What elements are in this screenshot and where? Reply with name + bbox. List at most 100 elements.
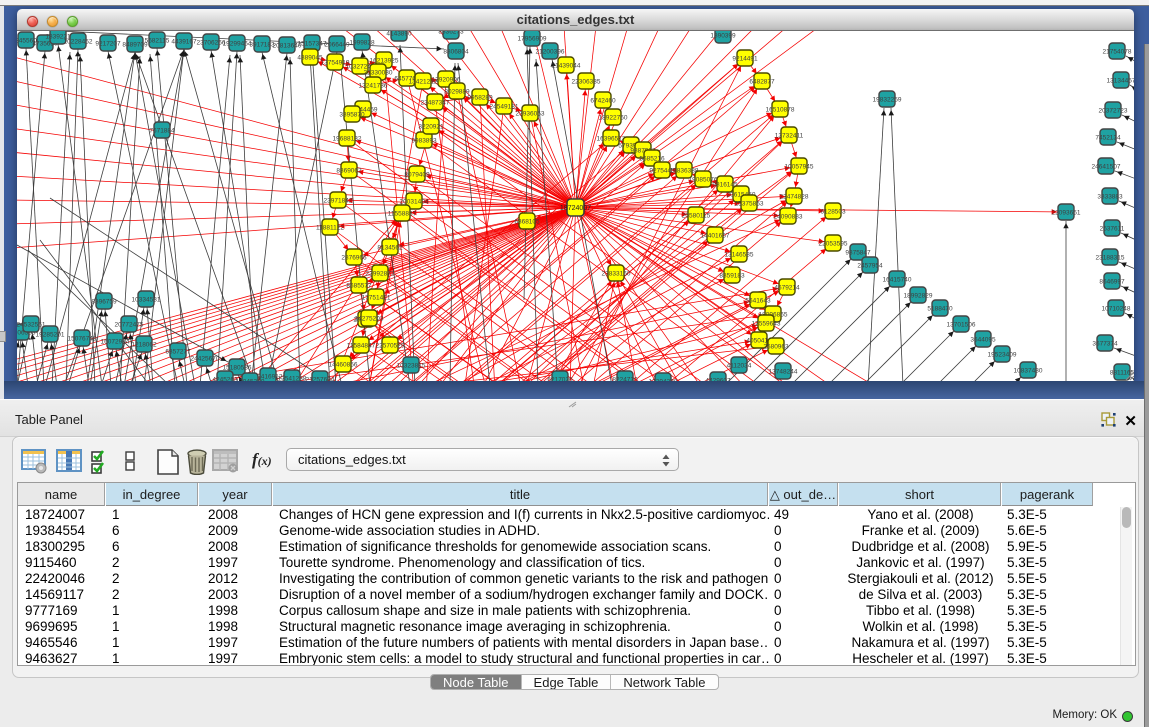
svg-text:19299464: 19299464 (223, 41, 252, 48)
svg-text:10057945: 10057945 (785, 164, 814, 171)
svg-text:10837430: 10837430 (1014, 368, 1043, 375)
svg-text:2457954: 2457954 (857, 263, 883, 270)
svg-text:15157347: 15157347 (298, 41, 327, 48)
svg-text:20772475: 20772475 (115, 322, 144, 329)
svg-text:20372723: 20372723 (1099, 108, 1128, 115)
svg-text:24425670: 24425670 (191, 356, 220, 363)
svg-text:24532561: 24532561 (17, 322, 46, 329)
svg-text:8029889: 8029889 (444, 89, 470, 96)
svg-text:14275203: 14275203 (355, 316, 384, 323)
svg-text:5188470: 5188470 (927, 306, 953, 313)
svg-text:22306335: 22306335 (572, 79, 601, 86)
svg-text:10710248: 10710248 (1102, 306, 1131, 313)
svg-text:19285201: 19285201 (36, 332, 65, 339)
svg-text:6357277: 6357277 (165, 349, 191, 356)
svg-text:22992872: 22992872 (366, 271, 395, 278)
svg-text:11881122: 11881122 (316, 225, 344, 232)
svg-text:15375853: 15375853 (735, 201, 764, 208)
svg-text:13134457: 13134457 (1107, 78, 1134, 85)
svg-text:1218062: 1218062 (131, 342, 157, 349)
svg-text:4143890: 4143890 (386, 31, 412, 38)
svg-text:9958289: 9958289 (467, 95, 493, 102)
svg-text:17559643: 17559643 (752, 321, 781, 328)
svg-text:22474828: 22474828 (780, 194, 809, 201)
svg-text:19832259: 19832259 (873, 97, 902, 104)
svg-text:11558837: 11558837 (388, 211, 417, 218)
svg-text:8359183: 8359183 (719, 273, 745, 280)
svg-text:23971842: 23971842 (324, 198, 353, 205)
svg-text:15076749: 15076749 (68, 336, 97, 343)
svg-text:20580115: 20580115 (682, 213, 711, 220)
svg-text:18724007: 18724007 (560, 205, 591, 212)
svg-text:8396759: 8396759 (91, 299, 117, 306)
svg-text:4679214: 4679214 (774, 285, 800, 292)
svg-text:3395870: 3395870 (339, 112, 365, 119)
svg-text:2876966: 2876966 (341, 255, 367, 262)
svg-text:23188315: 23188315 (1096, 255, 1125, 262)
svg-text:16072954: 16072954 (101, 339, 130, 346)
svg-text:10334531: 10334531 (132, 297, 161, 304)
svg-text:8806804: 8806804 (443, 49, 469, 56)
svg-text:7452134: 7452134 (1095, 135, 1121, 142)
svg-text:7671884: 7671884 (149, 128, 175, 135)
svg-text:22053595: 22053595 (819, 241, 848, 248)
svg-text:21200396: 21200396 (536, 49, 565, 56)
svg-text:8369062: 8369062 (336, 168, 362, 175)
svg-text:4439167: 4439167 (171, 39, 197, 46)
svg-text:17956909: 17956909 (518, 36, 547, 43)
svg-text:24090883: 24090883 (774, 214, 803, 221)
svg-text:18922760: 18922760 (599, 115, 628, 122)
svg-text:8079409: 8079409 (404, 172, 430, 179)
svg-text:13241736: 13241736 (359, 83, 388, 90)
svg-text:8134562: 8134562 (377, 245, 403, 252)
svg-text:16510878: 16510878 (766, 107, 795, 114)
svg-text:16415740: 16415740 (883, 277, 912, 284)
svg-text:22570529: 22570529 (376, 343, 405, 350)
svg-text:14401657: 14401657 (701, 233, 730, 240)
svg-text:23487347: 23487347 (421, 100, 450, 107)
svg-text:13701506: 13701506 (947, 322, 976, 329)
svg-text:4389045: 4389045 (297, 55, 323, 62)
svg-text:1890399: 1890399 (710, 33, 736, 40)
svg-text:3333883: 3333883 (1097, 194, 1123, 201)
svg-text:3677374: 3677374 (1092, 341, 1118, 348)
svg-text:6368105: 6368105 (514, 219, 540, 226)
svg-text:5641643: 5641643 (745, 298, 771, 305)
svg-text:10228452: 10228452 (64, 39, 93, 46)
svg-text:13748244: 13748244 (769, 369, 798, 376)
svg-text:10323815: 10323815 (397, 363, 426, 370)
svg-text:2066449: 2066449 (324, 42, 350, 49)
svg-text:13146585: 13146585 (725, 252, 754, 259)
svg-text:24641507: 24641507 (1092, 164, 1121, 171)
svg-text:6482877: 6482877 (749, 79, 775, 86)
svg-text:2537611: 2537611 (1100, 226, 1125, 233)
svg-text:23706266: 23706266 (197, 40, 226, 47)
svg-text:17751421: 17751421 (362, 295, 391, 302)
svg-text:3644095: 3644095 (970, 337, 996, 344)
svg-text:2580963: 2580963 (763, 344, 789, 351)
svg-text:9983893: 9983893 (411, 138, 437, 145)
svg-text:1999828: 1999828 (349, 40, 375, 47)
svg-text:24549181: 24549181 (490, 104, 519, 111)
svg-text:6128503: 6128503 (820, 209, 846, 216)
svg-text:9875847: 9875847 (845, 250, 871, 257)
svg-text:16396513: 16396513 (597, 136, 626, 143)
svg-text:3917183: 3917183 (249, 42, 275, 49)
svg-text:21754078: 21754078 (1103, 49, 1132, 56)
svg-text:18992829: 18992829 (904, 293, 933, 300)
svg-text:8336273: 8336273 (438, 31, 464, 36)
svg-text:13732411: 13732411 (775, 133, 804, 140)
svg-text:5682115: 5682115 (145, 38, 170, 45)
svg-text:14460856: 14460856 (329, 362, 358, 369)
svg-text:8685577: 8685577 (346, 283, 372, 290)
svg-text:4112034: 4112034 (727, 363, 752, 370)
svg-text:19523409: 19523409 (988, 352, 1017, 359)
svg-text:6742460: 6742460 (590, 98, 616, 105)
svg-text:21439044: 21439044 (552, 63, 581, 70)
svg-text:22330030: 22330030 (364, 70, 393, 77)
svg-text:23833160: 23833160 (602, 271, 631, 278)
svg-text:11584847: 11584847 (347, 343, 376, 350)
svg-text:23936053: 23936053 (516, 111, 545, 118)
svg-text:9217207: 9217207 (95, 41, 121, 48)
svg-text:3220921: 3220921 (418, 124, 444, 131)
